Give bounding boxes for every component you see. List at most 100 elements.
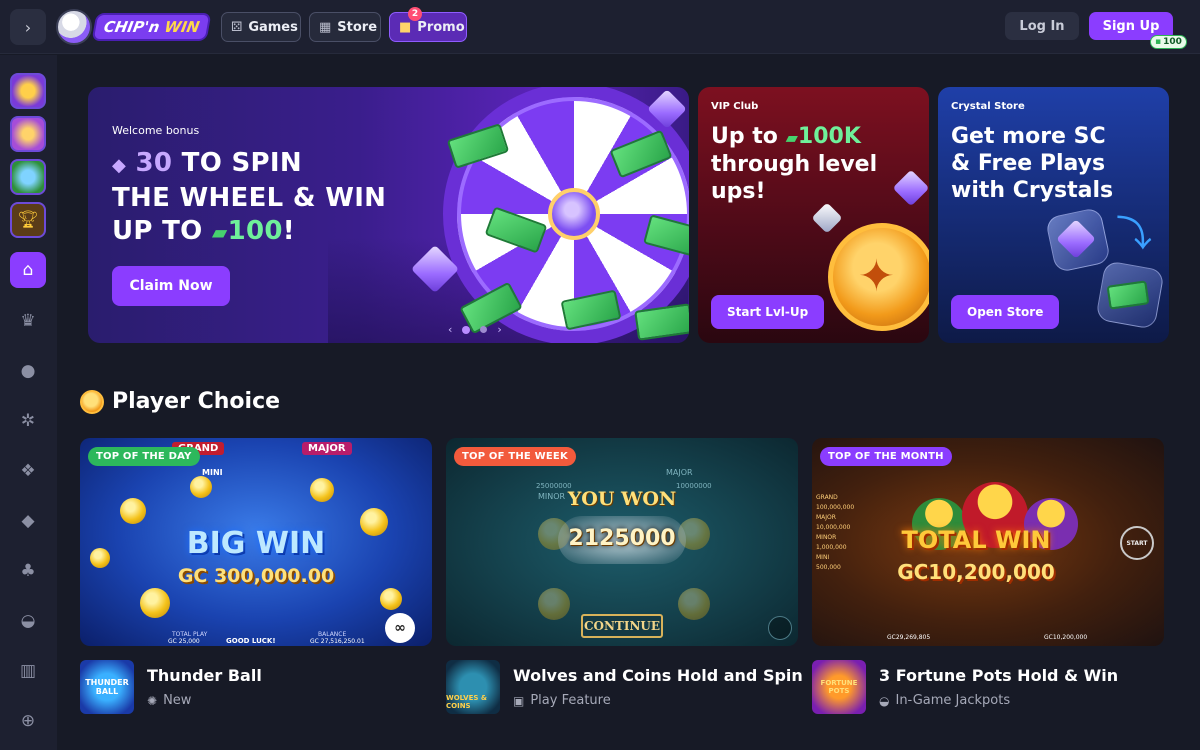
nav-promo-button[interactable]: ■ 2 Promo [389,7,467,42]
sidebar-crown-item[interactable]: ♛ [10,303,46,339]
coin-icon [380,588,402,610]
sidebar: 🏆︎ ⌂ ♛ ● ✲ ❖ ◆ ♣ ◒ ▥ ⊕ [0,55,57,750]
game-name[interactable]: 3 Fortune Pots Hold & Win [879,666,1118,685]
sidebar-trophy-item[interactable]: 🏆︎ [10,202,46,238]
thumb-logo-text: FORTUNE POTS [820,679,858,695]
sidebar-game-thumb-3[interactable] [10,159,46,195]
thumb-logo-text: THUNDER BALL [85,678,129,696]
carousel-next-icon[interactable]: › [497,323,501,336]
crystal-store-banner[interactable]: ⤵ Crystal Store Get more SC & Free Plays… [938,87,1169,343]
start-label: START [1126,539,1148,547]
carousel-prev-icon[interactable]: ‹ [448,323,452,336]
site-logo[interactable]: CHIP'n WIN [56,9,210,45]
game-row-thunder-ball[interactable]: THUNDER BALL Thunder Ball ✺ New [80,660,262,714]
win-amount: 100 [227,216,283,246]
nav-games-label: Games [248,19,298,35]
sidebar-chest-item[interactable]: ▥ [10,653,46,689]
crystal-store-title: Get more SC & Free Plays with Crystals [951,124,1114,203]
nav-store-label: Store [337,19,378,35]
sidebar-pot-item[interactable]: ◒ [10,603,46,639]
game-row-wolves-and-coins[interactable]: WOLVES & COINS Wolves and Coins Hold and… [446,660,803,714]
game-card-thunder-ball[interactable]: GRAND MAJOR MINI TOP OF THE DAY BIG WIN … [80,438,432,646]
game-card-3-fortune-pots[interactable]: TOP OF THE MONTH GRAND 100,000,000 MAJOR… [812,438,1164,646]
logo-mascot-icon [56,9,92,45]
chest-icon: ▥ [19,661,37,681]
title-line-3-prefix: UP TO [112,216,203,246]
top-bar: › CHIP'n WIN ⚄ Games ▦ Store ■ 2 Promo L… [0,0,1200,54]
title-line-3-suffix: ! [282,216,295,246]
gift-icon: ■ [399,19,412,35]
wolves-and-coins-thumbnail[interactable]: WOLVES & COINS [446,660,500,714]
carousel-dot[interactable] [480,326,488,333]
hud-total-play: TOTAL PLAY [172,631,208,638]
coin-icon [120,498,146,524]
top-of-day-tag: TOP OF THE DAY [88,447,200,466]
vip-title-prefix: Up to [711,124,778,149]
sidebar-home-item[interactable]: ⌂ [10,252,46,288]
section-heading: Player Choice [80,389,280,414]
game-name[interactable]: Wolves and Coins Hold and Spin [513,666,803,685]
hud-gc-right: GC 27,516,250.01 [310,638,365,645]
sidebar-dog-item[interactable]: ❖ [10,453,46,489]
start-button[interactable]: START [1120,526,1154,560]
open-store-button[interactable]: Open Store [951,295,1060,329]
chevron-right-icon: › [24,17,32,37]
nav-store-button[interactable]: ▦ Store [309,12,381,42]
autoplay-infinity-button[interactable]: ∞ [385,613,415,643]
major-label: MAJOR [302,442,352,455]
login-button[interactable]: Log In [1005,12,1079,40]
game-card-wolves-and-coins[interactable]: MAJOR 25000000 MINOR 10000000 TOP OF THE… [446,438,798,646]
sidebar-toggle-button[interactable]: › [10,9,46,45]
win-amount-text: 2125000 [568,526,676,551]
home-icon: ⌂ [22,260,34,280]
welcome-bonus-banner[interactable]: Welcome bonus ◆ 30 TO SPIN THE WHEEL & W… [88,87,689,343]
trophy-icon: 🏆︎ [17,210,39,230]
sidebar-fish-item[interactable]: ◆ [10,503,46,539]
logo-wordmark: CHIP'n WIN [93,15,210,39]
pot-icon: ◒ [20,611,36,631]
hud-good-luck: GOOD LUCK! [226,637,276,645]
game-name[interactable]: Thunder Ball [147,666,262,685]
game-subtitle: Play Feature [530,693,611,708]
sidebar-game-thumb-2[interactable] [10,116,46,152]
thunder-ball-thumbnail[interactable]: THUNDER BALL [80,660,134,714]
stop-square-icon [768,616,792,640]
nav-games-button[interactable]: ⚄ Games [221,12,301,42]
start-lvl-up-button[interactable]: Start Lvl-Up [711,295,825,329]
game-row-3-fortune-pots[interactable]: FORTUNE POTS 3 Fortune Pots Hold & Win ◒… [812,660,1118,714]
top-of-week-tag: TOP OF THE WEEK [454,447,576,466]
coin-icon [538,588,570,620]
medal-icon [80,389,104,414]
continue-button[interactable]: CONTINUE [581,614,663,638]
win-amount-text: GC 300,000.00 [177,565,335,587]
hud-balance: BALANCE [318,631,347,638]
vip-club-label: VIP Club [711,101,759,112]
promo-count-badge: 2 [408,7,422,21]
sidebar-drop-item[interactable]: ● [10,353,46,389]
game-subtitle: In-Game Jackpots [895,693,1011,708]
sidebar-cherry-item[interactable]: ♣ [10,553,46,589]
carousel-dot-active[interactable] [462,325,471,334]
hud-gc-left: GC 25,000 [168,638,200,645]
sidebar-gear-item[interactable]: ✲ [10,403,46,439]
pot-icon: ◒ [879,693,890,708]
vip-club-banner[interactable]: ✦ VIP Club Up to ▰100K through level ups… [698,87,929,343]
win-amount-text: GC10,200,000 [897,560,1055,584]
fortune-pots-thumbnail[interactable]: FORTUNE POTS [812,660,866,714]
welcome-bonus-title: ◆ 30 TO SPIN THE WHEEL & WIN UP TO ▰100! [112,147,402,249]
sidebar-game-thumb-1[interactable] [10,73,46,109]
title-line-1: TO SPIN [181,148,302,178]
total-win-text: TOTAL WIN [901,526,1051,554]
store-icon: ▦ [319,19,332,35]
sidebar-crosshair-item[interactable]: ⊕ [10,703,46,739]
thumb-logo-text: WOLVES & COINS [446,694,487,710]
swap-arrow-icon: ⤵ [1116,214,1153,255]
spin-count: 30 [135,148,173,178]
gear-icon: ✲ [20,411,36,431]
gift-icon: ▣ [513,693,525,708]
crystal-icon: ◆ [112,155,127,176]
welcome-bonus-label: Welcome bonus [112,124,200,137]
claim-now-button[interactable]: Claim Now [112,266,230,306]
vip-amount: 100K [797,124,861,149]
grand-value: 100,000,000 [816,504,855,511]
